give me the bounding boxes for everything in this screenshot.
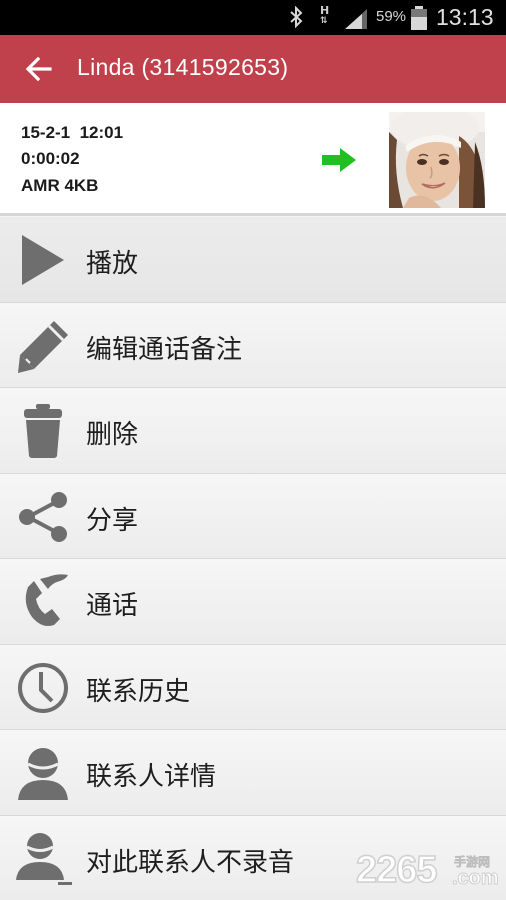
battery-percent: 59%	[376, 8, 407, 25]
recording-duration: 0:00:02	[21, 149, 80, 168]
status-bar: H ⇅ 59% 13:13	[0, 0, 506, 35]
clock-time: 13:13	[436, 4, 494, 30]
clock-icon	[18, 662, 68, 713]
phone-icon	[25, 574, 68, 626]
svg-text:2265: 2265	[356, 849, 437, 891]
menu-item-label: 联系人详情	[86, 762, 217, 792]
menu-item-contact-history[interactable]: 联系历史	[0, 644, 506, 730]
outgoing-call-arrow-icon	[322, 148, 356, 172]
network-type: H ⇅	[320, 4, 330, 26]
action-menu: 播放 编辑通话备注 删除 分享 通话 联系历史 联系人详情 对此联系人不录音	[0, 217, 506, 900]
page-title: Linda (3141592653)	[77, 54, 289, 80]
menu-item-call[interactable]: 通话	[0, 559, 506, 645]
recording-info-card: 15-2-1 12:01 0:00:02 AMR 4KB	[0, 103, 506, 216]
trash-icon	[24, 404, 62, 458]
menu-item-delete[interactable]: 删除	[0, 388, 506, 474]
recording-format-size: AMR 4KB	[21, 176, 99, 195]
share-icon	[19, 491, 67, 542]
menu-item-play[interactable]: 播放	[0, 217, 506, 303]
pencil-icon	[18, 320, 68, 373]
app-bar: Linda (3141592653)	[0, 35, 506, 103]
menu-item-share[interactable]: 分享	[0, 473, 506, 559]
back-arrow-icon[interactable]	[24, 55, 54, 83]
menu-item-label: 删除	[86, 420, 139, 450]
person-icon	[18, 748, 68, 800]
play-icon	[22, 235, 64, 285]
watermark-logo: 2265 手游网 .com	[355, 848, 506, 892]
contact-avatar[interactable]	[389, 112, 485, 208]
menu-item-label: 联系历史	[86, 676, 191, 707]
person-mute-icon	[16, 832, 72, 885]
bluetooth-icon	[290, 6, 303, 28]
battery-icon	[411, 6, 427, 30]
recording-date-time: 15-2-1 12:01	[21, 123, 124, 142]
signal-icon	[345, 9, 367, 29]
menu-item-contact-details[interactable]: 联系人详情	[0, 730, 506, 816]
menu-item-label: 分享	[86, 505, 139, 536]
menu-item-label: 对此联系人不录音	[86, 847, 295, 878]
menu-item-edit-note[interactable]: 编辑通话备注	[0, 302, 506, 388]
menu-item-label: 编辑通话备注	[86, 334, 243, 365]
menu-item-label: 播放	[86, 249, 139, 279]
menu-item-label: 通话	[86, 591, 139, 621]
svg-text:.com: .com	[452, 867, 499, 889]
